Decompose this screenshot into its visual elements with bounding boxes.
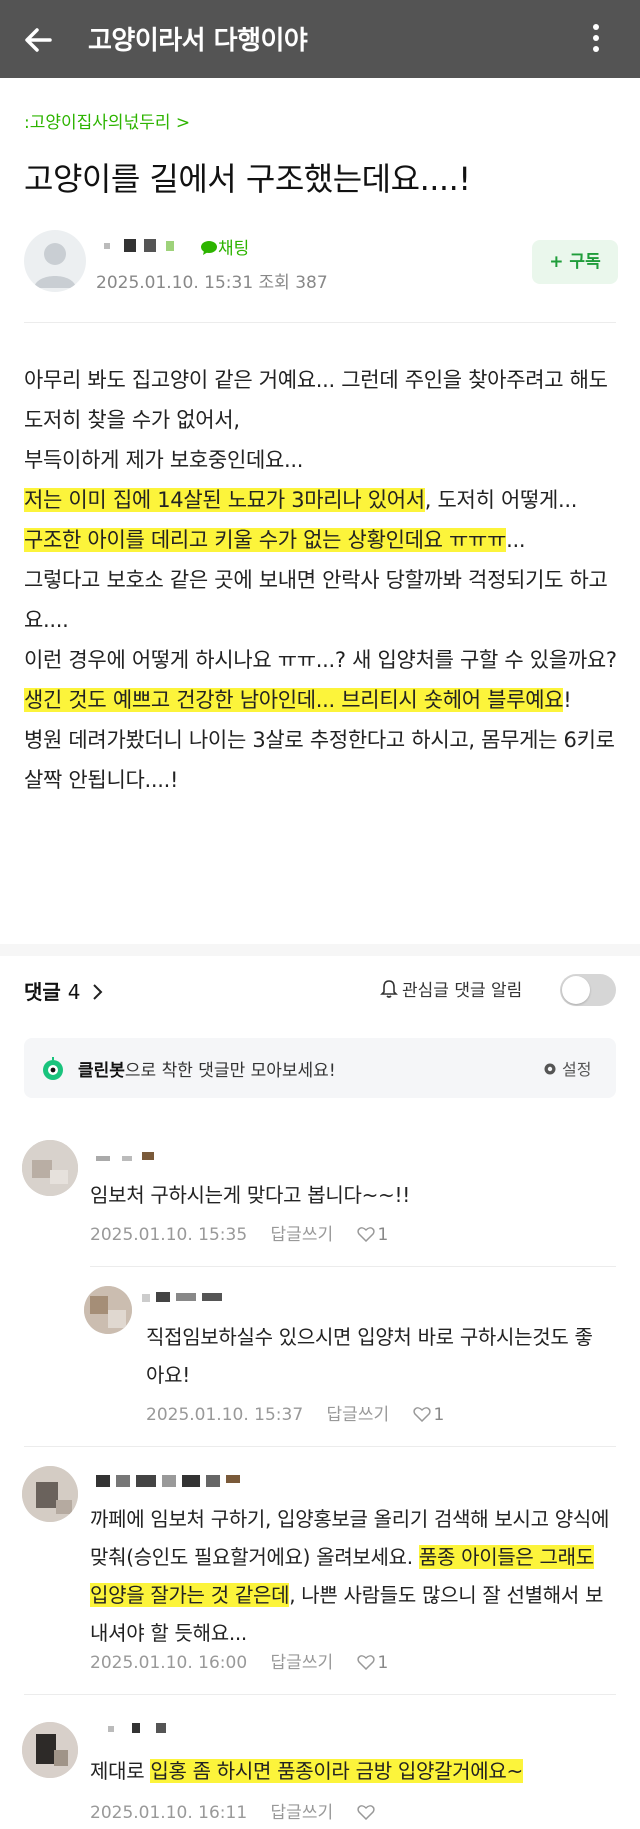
body-paragraph: 이런 경우에 어떻게 하시나요 ㅠㅠ...? 새 입양처를 구할 수 있을까요? [24,648,617,672]
body-paragraph: 부득이하게 제가 보호중인데요... [24,448,304,472]
body-text: ... [506,528,526,552]
comment-divider [24,1694,616,1695]
comment-author-redacted[interactable] [96,1150,156,1164]
header-divider [24,322,616,323]
post-title: 고양이를 길에서 구조했는데요....! [24,160,471,198]
heart-icon [412,1407,431,1423]
comment-author-redacted[interactable] [96,1472,246,1488]
author-name-redacted[interactable] [104,236,184,256]
reply-button[interactable]: 답글쓰기 [271,1225,334,1245]
cleanbot-icon [43,1057,63,1080]
comment-meta: 2025.01.10. 16:00 답글쓰기 1 [90,1648,424,1673]
comment-date: 2025.01.10. 15:35 [90,1225,248,1245]
cleanbot-setting[interactable]: 설정 [542,1056,591,1080]
subscribe-button[interactable]: + 구독 [532,240,618,284]
comment-text: 까페에 임보처 구하기, 입양홍보글 올리기 검색해 보시고 양식에 맞춰(승인… [90,1500,610,1652]
post-body: 아무리 봐도 집고양이 같은 거예요... 그런데 주인을 찾아주려고 해도 도… [24,360,624,800]
like-button[interactable]: 1 [412,1405,463,1425]
comment-avatar[interactable] [84,1286,132,1334]
body-paragraph: 병원 데려가봤더니 나이는 3살로 추정한다고 하시고, 몸무게는 6키로 살짝… [24,728,615,792]
author-avatar[interactable] [24,230,86,292]
like-button[interactable]: 1 [356,1225,407,1245]
comment-text: 제대로 입홍 좀 하시면 품종이라 금방 입양갈거에요~ [90,1752,630,1790]
comment-text: 직접임보하실수 있으시면 입양처 바로 구하시는것도 좋아요! [146,1325,593,1387]
comment-meta: 2025.01.10. 16:11 답글쓰기 [90,1798,414,1823]
comment-avatar[interactable] [22,1466,78,1522]
board-link[interactable]: :고양이집사의넋두리 > [24,108,190,133]
comment-date: 2025.01.10. 16:00 [90,1653,248,1673]
body-paragraph: 생긴 것도 예쁘고 건강한 남아인데... 브리티시 숏헤어 블루예요! [24,680,624,720]
highlighted-text: 구조한 아이를 데리고 키울 수가 없는 상황인데요 ㅠㅠㅠ [24,528,507,552]
section-divider [0,944,640,956]
comment-divider [24,1446,616,1447]
more-vert-icon[interactable] [586,20,606,56]
bell-icon [380,980,398,998]
comment-avatar[interactable] [22,1140,78,1196]
comment-divider [90,1266,616,1267]
back-arrow-icon[interactable] [20,22,56,58]
body-paragraph: 그렇다고 보호소 같은 곳에 보내면 안락사 당할까봐 걱정되기도 하고요...… [24,568,608,632]
body-paragraph: 구조한 아이를 데리고 키울 수가 없는 상황인데요 ㅠㅠㅠ... [24,520,624,560]
highlighted-text: 저는 이미 집에 14살된 노묘가 3마리나 있어서 [24,488,425,512]
blurred-avatar-image [22,1466,78,1522]
cleanbot-desc: 으로 착한 댓글만 모아보세요! [124,1061,336,1081]
highlighted-text: 입홍 좀 하시면 품종이라 금방 입양갈거에요~ [150,1759,523,1783]
like-count: 1 [377,1225,389,1245]
gear-icon [544,1063,556,1075]
body-text: , 도저히 어떻게... [424,488,578,512]
comment-author-redacted[interactable] [142,1290,232,1304]
like-button[interactable] [356,1803,396,1823]
post-meta: 2025.01.10. 15:31 조회 387 [96,273,328,293]
reply-button[interactable]: 답글쓰기 [271,1803,334,1823]
app-bar: 고양이라서 다행이야 [0,0,640,78]
body-paragraph: 아무리 봐도 집고양이 같은 거예요... 그런데 주인을 찾아주려고 해도 도… [24,368,608,432]
notify-label: 관심글 댓글 알림 [402,981,523,1001]
comment-notify: 관심글 댓글 알림 [380,976,522,1001]
comment-text: 임보처 구하시는게 맞다고 봅니다~~!! [90,1183,410,1207]
chat-label: 채팅 [218,239,250,259]
comments-header[interactable]: 댓글 4 [24,976,103,1005]
heart-icon [356,1227,375,1243]
reply-button[interactable]: 답글쓰기 [271,1653,334,1673]
like-count: 1 [433,1405,445,1425]
comment-avatar[interactable] [22,1722,78,1778]
blurred-avatar-image [22,1722,78,1778]
default-avatar-icon [34,243,76,288]
heart-icon [356,1655,375,1671]
setting-label: 설정 [562,1060,592,1079]
chat-bubble-icon [201,241,217,255]
comment-notify-toggle[interactable] [560,974,616,1006]
cleanbot-banner[interactable]: 클린봇으로 착한 댓글만 모아보세요! 설정 [24,1038,616,1098]
body-paragraph: 저는 이미 집에 14살된 노묘가 3마리나 있어서, 도저히 어떻게... [24,480,624,520]
chevron-right-icon [93,984,103,1000]
heart-icon [356,1805,375,1821]
body-text: ! [563,688,572,712]
comment-author-redacted[interactable] [108,1720,178,1736]
comment-meta: 2025.01.10. 15:35 답글쓰기 1 [90,1220,424,1245]
comments-label: 댓글 [24,980,61,1004]
cleanbot-text: 클린봇으로 착한 댓글만 모아보세요! [78,1056,336,1081]
comment-meta: 2025.01.10. 15:37 답글쓰기 1 [146,1400,480,1425]
blurred-avatar-image [84,1286,132,1334]
app-bar-title: 고양이라서 다행이야 [88,26,308,56]
comment-date: 2025.01.10. 15:37 [146,1405,304,1425]
like-button[interactable]: 1 [356,1653,407,1673]
comment-date: 2025.01.10. 16:11 [90,1803,248,1823]
cleanbot-name: 클린봇 [78,1061,125,1081]
comment-text-part: 제대로 [90,1759,151,1783]
chat-button[interactable]: 채팅 [200,234,249,259]
blurred-avatar-image [22,1140,78,1196]
highlighted-text: 생긴 것도 예쁘고 건강한 남아인데... 브리티시 숏헤어 블루예요 [24,688,564,712]
comments-count: 4 [67,980,81,1004]
like-count: 1 [377,1653,389,1673]
toggle-knob [562,976,590,1004]
reply-button[interactable]: 답글쓰기 [327,1405,390,1425]
